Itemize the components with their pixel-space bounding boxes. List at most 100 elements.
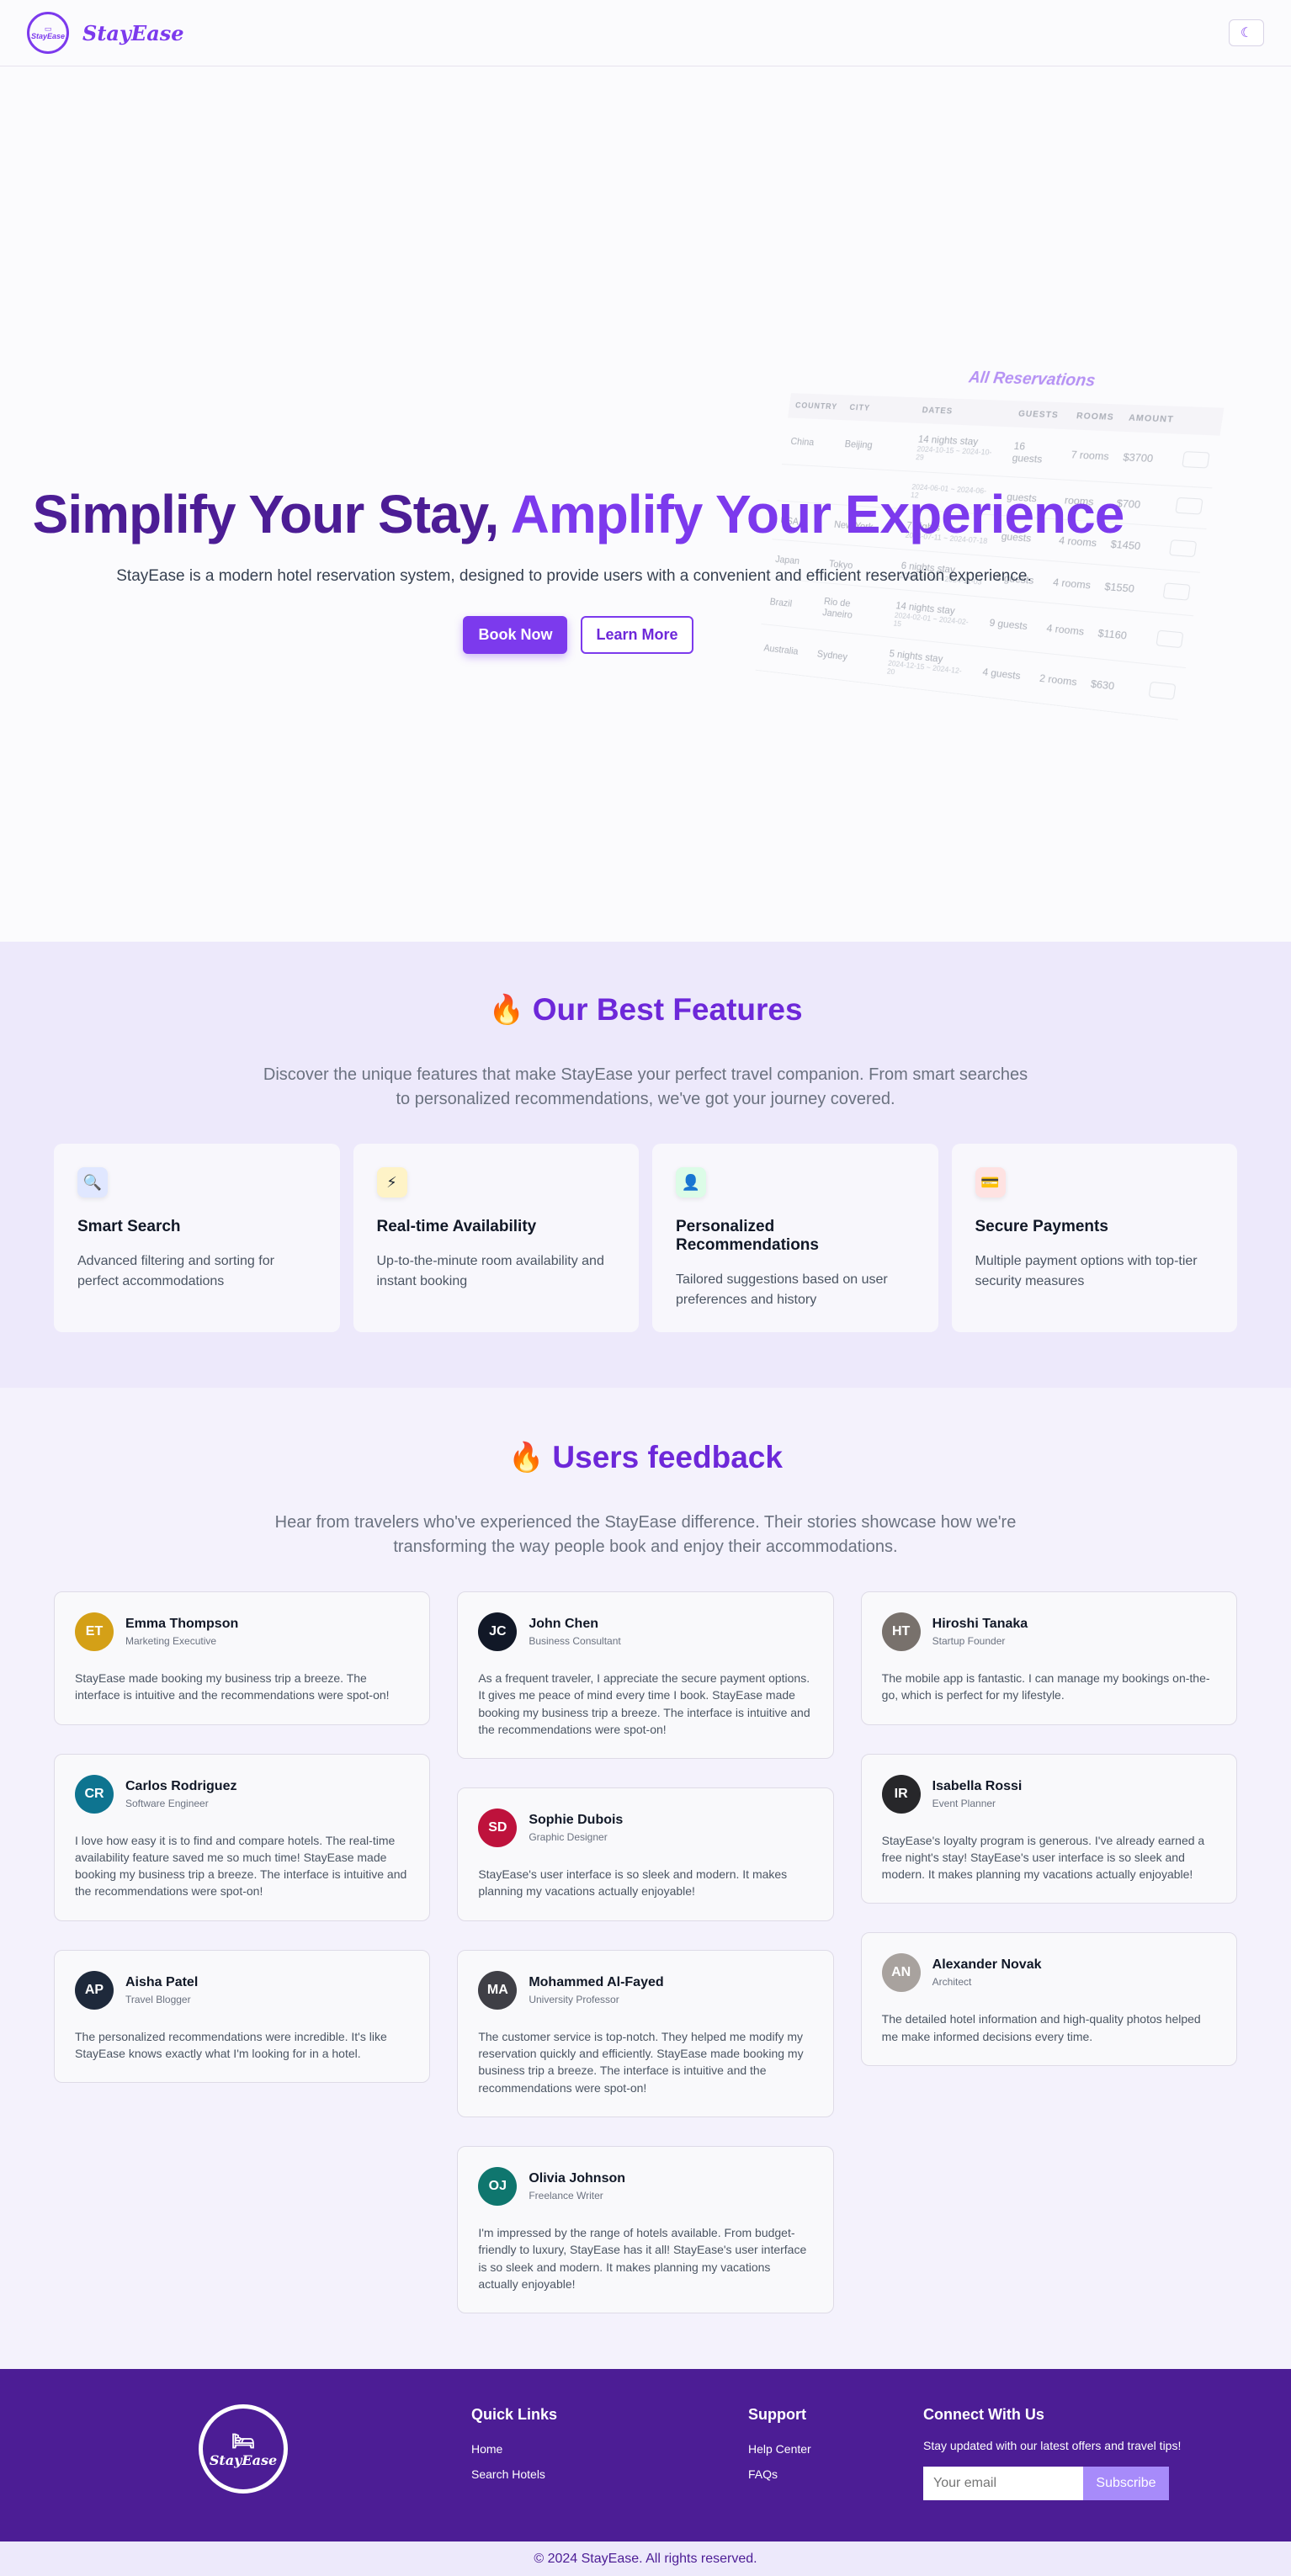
- country-cell: China: [781, 417, 842, 468]
- theme-toggle-button[interactable]: ☾: [1229, 19, 1264, 46]
- support-title: Support: [748, 2406, 806, 2424]
- table-header-cell: DATES: [914, 397, 1014, 428]
- feedback-card: SD Sophie Dubois Graphic Designer StayEase'…: [457, 1787, 834, 1921]
- table-header-cell: COUNTRY: [788, 393, 846, 421]
- features-section: 🔥 Our Best Features Discover the unique …: [0, 942, 1291, 1388]
- logo-text: StayEase: [30, 32, 66, 40]
- user-role: Software Engineer: [125, 1797, 209, 1809]
- learn-more-button[interactable]: Learn More: [581, 616, 693, 654]
- feedback-section: 🔥 Users feedback Hear from travelers who…: [0, 1388, 1291, 2370]
- footer-logo[interactable]: 🛏 StayEase: [199, 2404, 288, 2494]
- hero-section: All Reservations COUNTRY CITY DATES GUESTS R…: [0, 66, 1291, 942]
- subscribe-form: Subscribe: [923, 2467, 1184, 2501]
- row-action-button[interactable]: [1148, 681, 1177, 700]
- feature-description: Tailored suggestions based on user prefe…: [676, 1272, 888, 1307]
- feedback-card: MA Mohammed Al-Fayed University Professor T…: [457, 1949, 834, 2117]
- avatar: IR: [881, 1774, 921, 1814]
- reservations-title: All Reservations: [968, 369, 1097, 390]
- avatar: CR: [75, 1774, 114, 1814]
- features-title: 🔥 Our Best Features: [54, 992, 1237, 1028]
- feedback-text: As a frequent traveler, I appreciate the…: [478, 1671, 810, 1736]
- book-now-button[interactable]: Book Now: [463, 616, 568, 654]
- feedback-card-header: JC John Chen Business Consultant: [478, 1612, 812, 1651]
- avatar: HT: [881, 1612, 921, 1651]
- support-column: Support Help Center FAQs: [748, 2406, 811, 2493]
- user-info: Hiroshi Tanaka Startup Founder: [932, 1617, 1028, 1647]
- feedback-card: AP Aisha Patel Travel Blogger The personali…: [54, 1949, 431, 2084]
- avatar: ET: [75, 1612, 114, 1651]
- feedback-card-header: MA Mohammed Al-Fayed University Professor: [478, 1970, 812, 2010]
- email-input[interactable]: [923, 2467, 1083, 2501]
- action-cell: [1171, 433, 1220, 488]
- feedback-text: StayEase made booking my business trip a…: [75, 1671, 390, 1702]
- footer-link-home[interactable]: Home: [471, 2442, 557, 2456]
- feedback-text: I'm impressed by the range of hotels ava…: [478, 2225, 807, 2291]
- feedback-text: I love how easy it is to find and compar…: [75, 1833, 407, 1899]
- footer-link-search-hotels[interactable]: Search Hotels: [471, 2467, 557, 2481]
- avatar: AP: [75, 1970, 114, 2010]
- user-info: Mohammed Al-Fayed University Professor: [529, 1975, 663, 2005]
- subscribe-button[interactable]: Subscribe: [1083, 2467, 1169, 2501]
- magnifier-icon: 🔍: [77, 1167, 108, 1198]
- feedback-text: StayEase's loyalty program is generous. …: [881, 1833, 1205, 1882]
- amount-cell: $3700: [1112, 431, 1180, 486]
- fire-icon: 🔥: [508, 1442, 545, 1474]
- fire-icon: 🔥: [488, 994, 524, 1026]
- feedback-text: StayEase's user interface is so sleek an…: [478, 1867, 788, 1899]
- hero-content: Simplify Your Stay, Amplify Your Experie…: [0, 483, 1291, 654]
- feedback-column: ET Emma Thompson Marketing Executive StayEa…: [54, 1591, 431, 2084]
- copyright: © 2024 StayEase. All rights reserved.: [0, 2541, 1291, 2576]
- feature-description: Advanced filtering and sorting for perfe…: [77, 1254, 274, 1288]
- feature-card: 🔍 Smart Search Advanced filtering and sort…: [54, 1144, 340, 1332]
- connect-title: Connect With Us: [923, 2406, 1044, 2424]
- hero-title: Simplify Your Stay, Amplify Your Experie…: [0, 483, 1291, 545]
- quick-links-title: Quick Links: [471, 2406, 558, 2424]
- avatar: OJ: [478, 2166, 518, 2206]
- feedback-card: ET Emma Thompson Marketing Executive StayEa…: [54, 1591, 431, 1725]
- guests-cell: 4 guests: [972, 646, 1037, 703]
- dates-cell: 14 nights stay 2024-10-15 ~ 2024-10-29: [907, 422, 1010, 477]
- action-cell: [1138, 663, 1187, 720]
- feedback-card: AN Alexander Novak Architect The detailed h…: [860, 1932, 1237, 2067]
- user-role: Architect: [932, 1976, 972, 1989]
- table-header-cell: AMOUNT: [1119, 404, 1183, 434]
- connect-text: Stay updated with our latest offers and …: [923, 2439, 1182, 2453]
- feedback-grid: ET Emma Thompson Marketing Executive StayEa…: [54, 1591, 1237, 2314]
- user-name: Aisha Patel: [125, 1974, 199, 1989]
- footer-link-faqs[interactable]: FAQs: [748, 2467, 811, 2481]
- feature-card: 💳 Secure Payments Multiple payment options…: [951, 1144, 1237, 1332]
- user-check-icon: 👤: [676, 1167, 706, 1198]
- brand[interactable]: ▭ StayEase StayEase: [27, 12, 184, 54]
- amount-cell: $630: [1080, 657, 1146, 715]
- footer-link-help-center[interactable]: Help Center: [748, 2442, 811, 2456]
- brand-name[interactable]: StayEase: [82, 21, 184, 45]
- user-role: Marketing Executive: [125, 1635, 217, 1647]
- feedback-card-header: IR Isabella Rossi Event Planner: [881, 1774, 1216, 1814]
- avatar: AN: [881, 1953, 921, 1993]
- feedback-card-header: ET Emma Thompson Marketing Executive: [75, 1612, 409, 1651]
- quick-links-column: Quick Links Home Search Hotels: [471, 2406, 557, 2493]
- user-name: Isabella Rossi: [932, 1778, 1023, 1793]
- user-name: Sophie Dubois: [529, 1813, 624, 1828]
- feedback-card-header: CR Carlos Rodriguez Software Engineer: [75, 1774, 409, 1814]
- footer-logo-text: StayEase: [209, 2451, 278, 2468]
- avatar: JC: [478, 1612, 518, 1651]
- feature-title: Smart Search: [77, 1218, 181, 1235]
- row-action-button[interactable]: [1182, 450, 1210, 469]
- user-role: Freelance Writer: [529, 2189, 603, 2202]
- feature-title: Real-time Availability: [376, 1218, 537, 1235]
- features-title-text: Our Best Features: [532, 992, 803, 1027]
- rooms-cell: 2 rooms: [1029, 652, 1088, 709]
- feedback-card: JC John Chen Business Consultant As a frequ…: [457, 1591, 834, 1760]
- site-header: ▭ StayEase StayEase ☾: [0, 0, 1291, 66]
- moon-icon: ☾: [1240, 26, 1253, 40]
- user-role: Graphic Designer: [529, 1831, 608, 1844]
- feature-description: Multiple payment options with top-tier s…: [975, 1254, 1198, 1288]
- hero-subtitle: StayEase is a modern hotel reservation s…: [116, 567, 1032, 585]
- feedback-card: OJ Olivia Johnson Freelance Writer I'm impr…: [457, 2145, 834, 2314]
- user-info: Isabella Rossi Event Planner: [932, 1779, 1023, 1809]
- feedback-subtitle: Hear from travelers who've experienced t…: [274, 1513, 1017, 1556]
- user-info: Emma Thompson Marketing Executive: [125, 1617, 238, 1647]
- user-role: Travel Blogger: [125, 1993, 191, 2005]
- logo-icon[interactable]: ▭ StayEase: [27, 12, 69, 54]
